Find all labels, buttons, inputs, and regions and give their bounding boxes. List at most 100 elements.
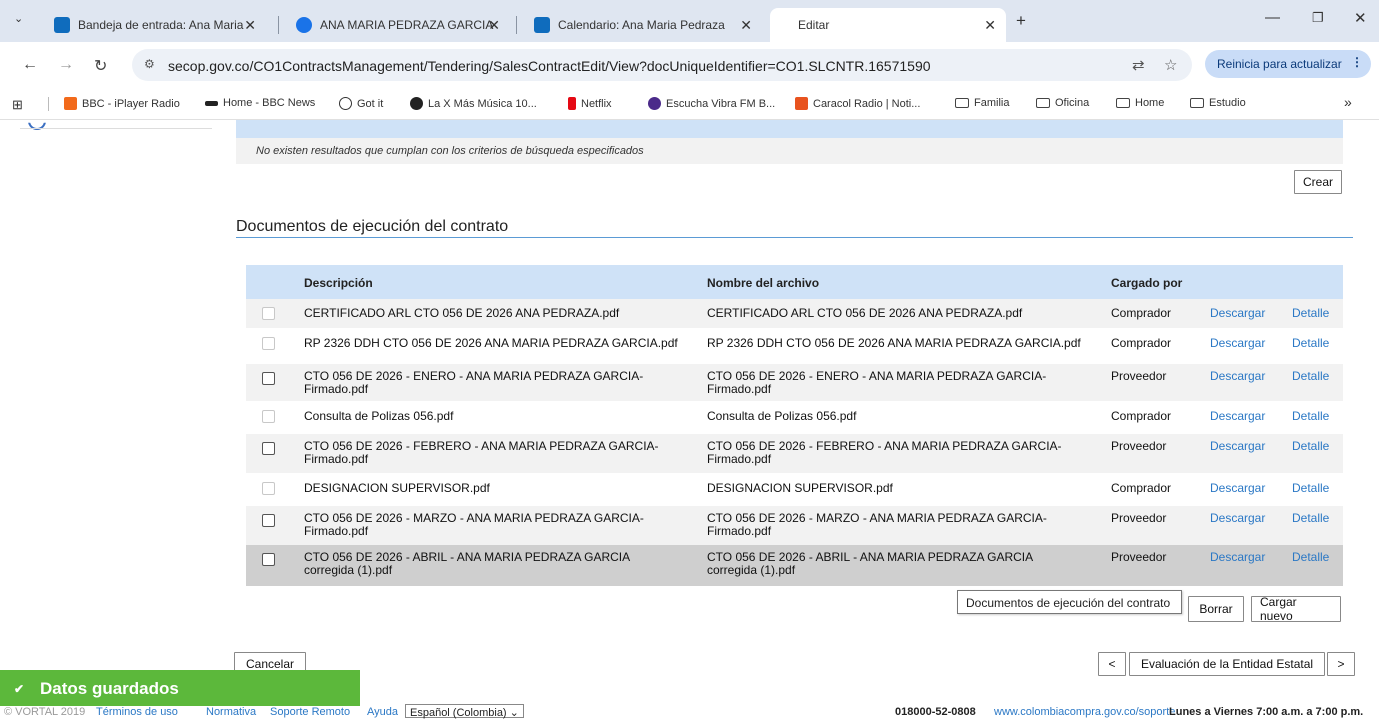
- row-checkbox[interactable]: [262, 553, 275, 566]
- download-link[interactable]: Descargar: [1210, 482, 1265, 495]
- previous-step-button[interactable]: <: [1098, 652, 1126, 676]
- site-info-icon[interactable]: ⚙: [144, 57, 155, 71]
- close-icon[interactable]: ✕: [740, 17, 752, 34]
- row-checkbox[interactable]: [262, 514, 275, 527]
- sidebar-divider: [20, 128, 212, 129]
- saved-toast: ✔ Datos guardados: [0, 670, 360, 706]
- table-row[interactable]: CTO 056 DE 2026 - ENERO - ANA MARIA PEDR…: [246, 364, 1343, 401]
- table-row[interactable]: CTO 056 DE 2026 - MARZO - ANA MARIA PEDR…: [246, 506, 1343, 545]
- tab-search-icon[interactable]: ⌄: [14, 12, 23, 25]
- table-row[interactable]: CTO 056 DE 2026 - ABRIL - ANA MARIA PEDR…: [246, 545, 1343, 586]
- tab-editar[interactable]: Editar ✕: [770, 8, 1006, 42]
- apps-grid-icon[interactable]: ⊞: [12, 97, 23, 113]
- bookmark-got-it[interactable]: Got it: [339, 97, 383, 110]
- detail-link[interactable]: Detalle: [1292, 512, 1329, 525]
- translate-icon[interactable]: ⇄: [1132, 56, 1145, 74]
- bookmark-la-x[interactable]: La X Más Música 10...: [410, 97, 537, 110]
- bbc-icon: [64, 97, 77, 110]
- row-checkbox: [262, 307, 275, 320]
- table-row[interactable]: CTO 056 DE 2026 - FEBRERO - ANA MARIA PE…: [246, 434, 1343, 473]
- forward-icon[interactable]: →: [58, 56, 74, 74]
- bookmark-vibra[interactable]: Escucha Vibra FM B...: [648, 97, 775, 110]
- close-icon[interactable]: ✕: [984, 17, 996, 34]
- tooltip: Documentos de ejecución del contrato: [957, 590, 1182, 614]
- download-link[interactable]: Descargar: [1210, 551, 1265, 564]
- cell-uploaded-by: Comprador: [1111, 306, 1172, 320]
- footer-terms-link[interactable]: Términos de uso: [96, 706, 178, 718]
- tab-calendar[interactable]: Calendario: Ana Maria Pedraza ✕: [524, 8, 762, 42]
- address-bar-row: ← → ↻ ⚙ secop.gov.co/CO1ContractsManagem…: [0, 42, 1379, 88]
- bookmark-estudio[interactable]: Estudio: [1190, 97, 1246, 109]
- detail-link[interactable]: Detalle: [1292, 307, 1329, 320]
- table-row[interactable]: DESIGNACION SUPERVISOR.pdf DESIGNACION SU…: [246, 473, 1343, 503]
- detail-link[interactable]: Detalle: [1292, 337, 1329, 350]
- download-link[interactable]: Descargar: [1210, 337, 1265, 350]
- detail-link[interactable]: Detalle: [1292, 482, 1329, 495]
- new-tab-icon[interactable]: +: [1016, 11, 1026, 31]
- download-link[interactable]: Descargar: [1210, 370, 1265, 383]
- bookmark-oficina[interactable]: Oficina: [1036, 97, 1089, 109]
- vibra-icon: [648, 97, 661, 110]
- cell-description: RP 2326 DDH CTO 056 DE 2026 ANA MARIA PE…: [304, 336, 678, 350]
- netflix-icon: [568, 97, 576, 110]
- footer-support-link[interactable]: www.colombiacompra.gov.co/soporte: [994, 706, 1175, 718]
- section-title: Documentos de ejecución del contrato: [236, 218, 509, 235]
- download-link[interactable]: Descargar: [1210, 410, 1265, 423]
- tab-outlook-inbox[interactable]: Bandeja de entrada: Ana Maria ✕: [44, 8, 266, 42]
- footer-hours: Lunes a Viernes 7:00 a.m. a 7:00 p.m.: [1169, 706, 1364, 718]
- close-icon[interactable]: ✕: [488, 17, 500, 34]
- table-row[interactable]: CERTIFICADO ARL CTO 056 DE 2026 ANA PEDR…: [246, 299, 1343, 328]
- bookmark-netflix[interactable]: Netflix: [568, 97, 612, 110]
- language-select[interactable]: Español (Colombia) ⌄: [405, 704, 524, 719]
- detail-link[interactable]: Detalle: [1292, 410, 1329, 423]
- bookmark-bbc-news[interactable]: Home - BBC News: [205, 97, 315, 109]
- folder-icon: [1036, 98, 1050, 108]
- header-filename: Nombre del archivo: [707, 276, 820, 290]
- bookmark-bbc-iplayer[interactable]: BBC - iPlayer Radio: [64, 97, 180, 110]
- minimize-icon[interactable]: —: [1265, 9, 1280, 26]
- restore-icon[interactable]: ❐: [1312, 10, 1324, 26]
- detail-link[interactable]: Detalle: [1292, 551, 1329, 564]
- delete-button[interactable]: Borrar: [1188, 596, 1244, 622]
- next-step-button[interactable]: Evaluación de la Entidad Estatal: [1129, 652, 1325, 676]
- tab-secop-contract[interactable]: ANA MARIA PEDRAZA GARCIA ✕: [286, 8, 510, 42]
- upload-new-button[interactable]: Cargar nuevo: [1251, 595, 1341, 623]
- cell-filename: CTO 056 DE 2026 - ENERO - ANA MARIA PEDR…: [707, 369, 1047, 396]
- download-link[interactable]: Descargar: [1210, 307, 1265, 320]
- next-button[interactable]: >: [1327, 652, 1355, 676]
- close-window-icon[interactable]: ✕: [1354, 9, 1367, 27]
- more-bookmarks-icon[interactable]: »: [1344, 94, 1352, 110]
- detail-link[interactable]: Detalle: [1292, 440, 1329, 453]
- table-row[interactable]: Consulta de Polizas 056.pdf Consulta de P…: [246, 401, 1343, 431]
- folder-icon: [955, 98, 969, 108]
- cell-description: CTO 056 DE 2026 - MARZO - ANA MARIA PEDR…: [304, 511, 644, 538]
- cell-filename: RP 2326 DDH CTO 056 DE 2026 ANA MARIA PE…: [707, 336, 1081, 350]
- reload-icon[interactable]: ↻: [94, 56, 107, 76]
- bookmark-home[interactable]: Home: [1116, 97, 1164, 109]
- cell-description: Consulta de Polizas 056.pdf: [304, 409, 454, 423]
- url-text[interactable]: secop.gov.co/CO1ContractsManagement/Tend…: [168, 58, 931, 74]
- close-icon[interactable]: ✕: [244, 17, 256, 34]
- table-row[interactable]: RP 2326 DDH CTO 056 DE 2026 ANA MARIA PE…: [246, 328, 1343, 358]
- row-checkbox[interactable]: [262, 372, 275, 385]
- bookmark-familia[interactable]: Familia: [955, 97, 1009, 109]
- download-link[interactable]: Descargar: [1210, 512, 1265, 525]
- detail-link[interactable]: Detalle: [1292, 370, 1329, 383]
- menu-icon: ⋮: [1351, 55, 1363, 69]
- no-results-text: No existen resultados que cumplan con lo…: [256, 145, 644, 157]
- footer-remote-support-link[interactable]: Soporte Remoto: [270, 706, 350, 718]
- row-checkbox: [262, 337, 275, 350]
- download-link[interactable]: Descargar: [1210, 440, 1265, 453]
- bookmark-caracol[interactable]: Caracol Radio | Noti...: [795, 97, 920, 110]
- back-icon[interactable]: ←: [22, 56, 38, 74]
- cell-filename: Consulta de Polizas 056.pdf: [707, 409, 857, 423]
- row-checkbox[interactable]: [262, 442, 275, 455]
- create-button[interactable]: Crear: [1294, 170, 1342, 194]
- footer-help-link[interactable]: Ayuda: [367, 706, 398, 718]
- cell-uploaded-by: Comprador: [1111, 481, 1172, 495]
- footer-rules-link[interactable]: Normativa: [206, 706, 256, 718]
- check-icon: ✔: [14, 682, 25, 696]
- footer-phone: 018000-52-0808: [895, 706, 976, 718]
- update-button[interactable]: Reinicia para actualizar ⋮: [1205, 50, 1371, 78]
- bookmark-star-icon[interactable]: ☆: [1164, 56, 1177, 74]
